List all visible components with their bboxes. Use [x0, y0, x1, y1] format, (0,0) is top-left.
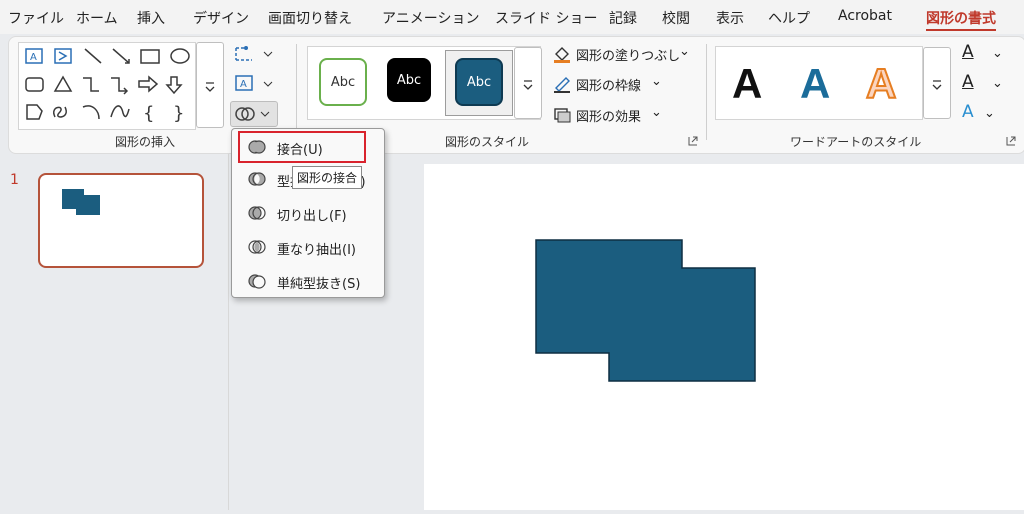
shape-outline-button[interactable]: 図形の枠線	[576, 75, 641, 94]
thumbnail-shape	[62, 189, 100, 215]
gallery-more-icon	[523, 80, 533, 90]
slide-number: 1	[10, 172, 19, 188]
shape-effects-button[interactable]: 図形の効果	[576, 106, 641, 125]
merge-shapes-button[interactable]	[230, 101, 278, 127]
chevron-down-icon[interactable]: ⌄	[984, 106, 995, 121]
shape-fill-button[interactable]: 図形の塗りつぶし	[576, 45, 680, 64]
svg-text:{: {	[143, 103, 154, 124]
dialog-launcher-icon[interactable]	[1006, 136, 1016, 146]
wordart-sample-orange[interactable]: A	[865, 59, 897, 108]
menu-review[interactable]: 校閲	[662, 8, 690, 28]
style-sample-blue[interactable]: Abc	[455, 58, 503, 106]
styles-more-button[interactable]	[514, 47, 542, 119]
menu-acrobat[interactable]: Acrobat	[838, 8, 892, 24]
slide-thumbnail[interactable]	[38, 173, 204, 268]
shapes-more-button[interactable]	[196, 42, 224, 128]
menu-item-subtract[interactable]: 単純型抜き(S)	[240, 267, 376, 295]
menu-design[interactable]: デザイン	[193, 8, 249, 28]
menu-item-intersect[interactable]: 重なり抽出(I)	[240, 233, 376, 261]
menu-animations[interactable]: アニメーション	[382, 8, 479, 28]
fragment-icon	[248, 206, 266, 220]
subtract-icon	[248, 274, 266, 289]
gallery-more-icon	[932, 80, 942, 90]
chevron-down-icon[interactable]: ⌄	[651, 74, 662, 89]
text-outline-button[interactable]: A	[962, 72, 974, 92]
chevron-down-icon[interactable]: ⌄	[992, 46, 1003, 61]
menu-item-label: 重なり抽出(I)	[277, 243, 356, 258]
tooltip: 図形の接合	[292, 166, 363, 189]
style-sample-outline[interactable]: Abc	[319, 58, 367, 106]
menu-item-label: 切り出し(F)	[277, 209, 347, 224]
menu-shape-format[interactable]: 図形の書式	[926, 8, 996, 31]
gallery-more-icon	[205, 82, 215, 92]
menu-view[interactable]: 表示	[716, 8, 744, 28]
svg-text:}: }	[173, 103, 184, 124]
wordart-sample-blue[interactable]: A	[800, 60, 830, 108]
chevron-down-icon[interactable]: ⌄	[651, 105, 662, 120]
svg-text:A: A	[30, 52, 37, 63]
menu-help[interactable]: ヘルプ	[768, 8, 810, 28]
chevron-down-icon[interactable]: ⌄	[992, 76, 1003, 91]
shape-styles-group-label: 図形のスタイル	[445, 135, 530, 149]
menu-item-label: 単純型抜き(S)	[277, 277, 361, 292]
menu-record[interactable]: 記録	[609, 8, 637, 28]
shapes-gallery: A { }	[18, 42, 196, 130]
wordart-sample-black[interactable]: A	[732, 60, 762, 108]
text-effects-button[interactable]: A	[962, 102, 974, 122]
menu-bar: ファイル ホーム 挿入 デザイン 画面切り替え アニメーション スライド ショー…	[0, 0, 1024, 34]
combine-icon	[248, 172, 266, 186]
group-separator	[296, 44, 297, 140]
insert-shapes-group-label: 図形の挿入	[115, 135, 176, 149]
menu-transitions[interactable]: 画面切り替え	[268, 8, 352, 28]
menu-insert[interactable]: 挿入	[137, 8, 165, 28]
effects-icon	[554, 108, 571, 123]
menu-item-fragment[interactable]: 切り出し(F)	[240, 199, 376, 227]
text-fill-button[interactable]: A	[962, 42, 974, 62]
chevron-down-icon[interactable]: ⌄	[679, 44, 690, 59]
merge-shapes-menu: 接合(U) 型抜き/合成(C) 切り出し(F) 重なり抽出(I) 単純型抜き(S…	[231, 128, 385, 298]
wordart-styles-group-label: ワードアートのスタイル	[790, 135, 922, 149]
merged-shape[interactable]	[424, 164, 1024, 510]
style-sample-black[interactable]: Abc	[387, 58, 431, 102]
merge-shapes-icon	[235, 107, 270, 121]
text-box-icon[interactable]: A	[232, 72, 276, 96]
menu-item-label: 接合(U)	[277, 143, 323, 158]
group-separator	[706, 44, 707, 140]
dialog-launcher-icon[interactable]	[688, 136, 698, 146]
edit-shape-icon[interactable]	[232, 42, 276, 66]
menu-slideshow[interactable]: スライド ショー	[495, 8, 597, 28]
paint-bucket-icon	[554, 47, 570, 63]
menu-item-union[interactable]: 接合(U)	[238, 131, 366, 163]
svg-text:A: A	[240, 79, 247, 90]
intersect-icon	[248, 240, 266, 254]
wordart-more-button[interactable]	[923, 47, 951, 119]
pen-outline-icon	[554, 77, 570, 93]
union-icon	[248, 140, 266, 154]
slide-canvas[interactable]	[424, 164, 1024, 510]
menu-home[interactable]: ホーム	[76, 8, 118, 28]
shapes-grid-icon[interactable]: A { }	[19, 43, 195, 129]
menu-file[interactable]: ファイル	[8, 8, 64, 28]
